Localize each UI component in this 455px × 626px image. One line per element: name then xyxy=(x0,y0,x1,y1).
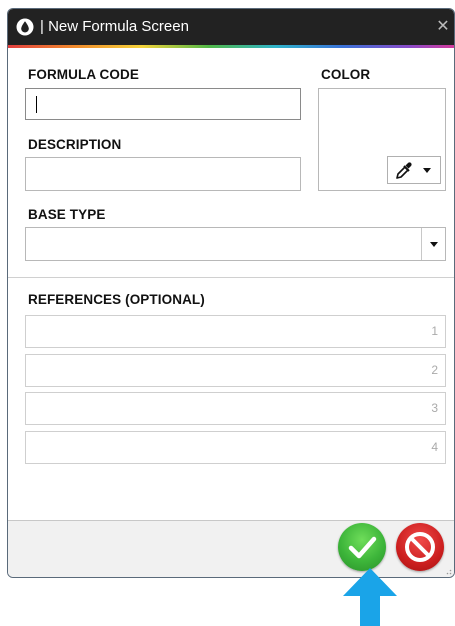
base-type-select[interactable] xyxy=(25,227,446,261)
drop-icon xyxy=(16,18,34,36)
resize-grip-icon[interactable] xyxy=(446,569,452,575)
reference-number: 3 xyxy=(431,401,438,415)
reference-number: 1 xyxy=(431,324,438,338)
formula-code-label: FORMULA CODE xyxy=(28,67,139,82)
base-type-label: BASE TYPE xyxy=(28,207,106,222)
checkmark-icon xyxy=(348,536,377,559)
eyedropper-icon xyxy=(396,162,412,179)
close-icon[interactable]: ✕ xyxy=(432,9,454,45)
ok-button[interactable] xyxy=(338,523,386,571)
window-title: | New Formula Screen xyxy=(40,18,189,35)
formula-dialog: | New Formula Screen ✕ FORMULA CODE COLO… xyxy=(7,8,455,578)
reference-number: 4 xyxy=(431,440,438,454)
description-label: DESCRIPTION xyxy=(28,137,122,152)
title-accent-bar xyxy=(8,45,454,48)
color-swatch[interactable] xyxy=(318,88,446,191)
reference-input-3[interactable]: 3 xyxy=(25,392,446,425)
color-label: COLOR xyxy=(321,67,371,82)
arrow-up-icon xyxy=(343,568,397,626)
reference-input-1[interactable]: 1 xyxy=(25,315,446,348)
description-input[interactable] xyxy=(25,157,301,191)
chevron-down-icon xyxy=(423,168,431,173)
references-label: REFERENCES (OPTIONAL) xyxy=(28,292,205,307)
section-divider xyxy=(8,277,454,278)
color-picker-button[interactable] xyxy=(387,156,441,184)
text-caret xyxy=(36,96,37,113)
reference-input-4[interactable]: 4 xyxy=(25,431,446,464)
reference-input-2[interactable]: 2 xyxy=(25,354,446,387)
cancel-button[interactable] xyxy=(396,523,444,571)
title-bar[interactable]: | New Formula Screen ✕ xyxy=(8,9,454,45)
reference-number: 2 xyxy=(431,363,438,377)
no-entry-icon xyxy=(405,532,435,562)
formula-code-input[interactable] xyxy=(25,88,301,120)
chevron-down-icon[interactable] xyxy=(421,228,445,260)
